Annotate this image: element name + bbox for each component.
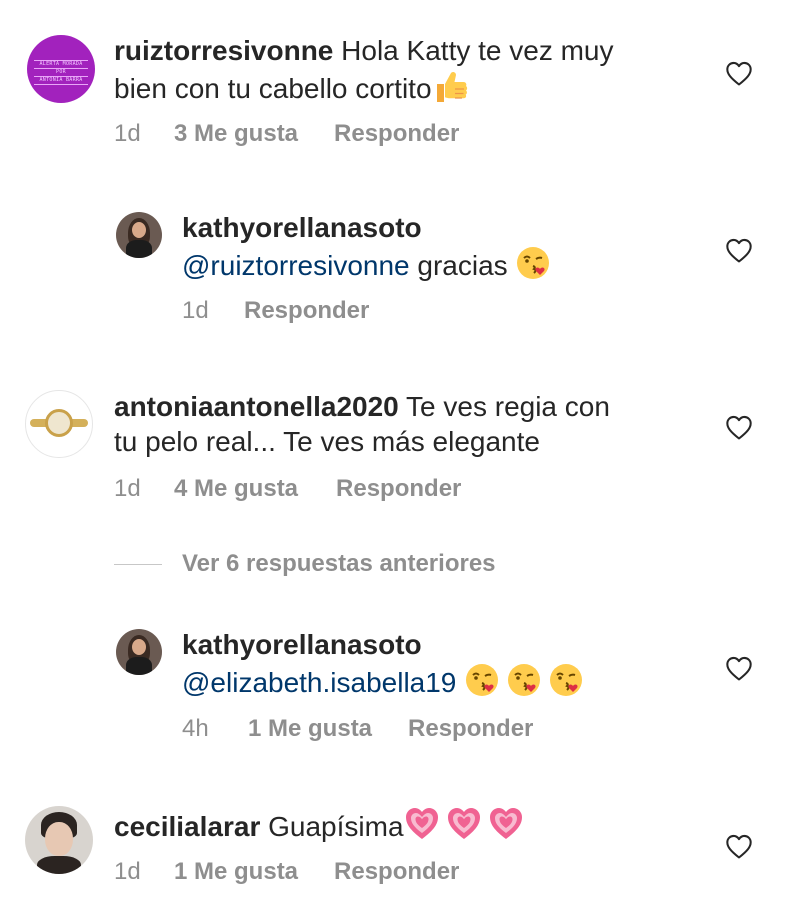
mention-link[interactable]: @ruiztorresivonne (182, 250, 410, 281)
heart-outline-icon[interactable] (724, 655, 754, 683)
avatar[interactable] (116, 629, 162, 675)
mention-link[interactable]: @elizabeth.isabella19 (182, 667, 456, 698)
divider-line (114, 563, 162, 565)
pink-heart-emoji (488, 806, 524, 842)
view-previous-replies-label: Ver 6 respuestas anteriores (182, 550, 496, 577)
comment-username[interactable]: cecilialarar (114, 811, 260, 842)
thumbs-up-emoji (432, 68, 470, 104)
heart-outline-icon[interactable] (724, 60, 754, 88)
heart-outline-icon[interactable] (724, 414, 754, 442)
reply-button[interactable]: Responder (334, 858, 459, 886)
comment-username[interactable]: kathyorellanasoto (182, 629, 422, 660)
comment-username[interactable]: kathyorellanasoto (182, 212, 422, 243)
avatar[interactable] (116, 212, 162, 258)
kissing-face-emoji (506, 662, 542, 698)
likes-count[interactable]: 4 Me gusta (174, 475, 298, 503)
comment-text: Hola Katty te vez muy (333, 35, 614, 66)
comment-time: 4h (182, 715, 209, 742)
avatar-text-bottom: ANTONIA BARRA (34, 76, 88, 85)
likes-count[interactable]: 1 Me gusta (174, 858, 298, 886)
comment-time: 1d (114, 858, 141, 885)
comment-username[interactable]: ruiztorresivonne (114, 35, 333, 66)
avatar[interactable] (25, 390, 93, 458)
avatar[interactable]: ALERTA MORADA POR ANTONIA BARRA (27, 35, 95, 103)
reply-button[interactable]: Responder (334, 120, 459, 148)
avatar-text-top: ALERTA MORADA (34, 60, 88, 69)
kissing-face-emoji (548, 662, 584, 698)
kissing-face-emoji (464, 662, 500, 698)
comment-text: gracias (409, 250, 516, 281)
comment-text: Te ves regia con (398, 391, 610, 422)
comment-time: 1d (114, 120, 141, 147)
comment-text: tu pelo real... Te ves más elegante (114, 426, 540, 457)
reply-button[interactable]: Responder (336, 475, 461, 503)
comment-time: 1d (182, 297, 209, 324)
comment-time: 1d (114, 475, 141, 502)
avatar[interactable] (25, 806, 93, 874)
kissing-face-emoji (515, 245, 551, 281)
pink-heart-emoji (404, 806, 440, 842)
avatar-text-mid: POR (56, 69, 66, 75)
comment-text: Guapísima (260, 811, 404, 842)
comment-username[interactable]: antoniaantonella2020 (114, 391, 399, 422)
reply-button[interactable]: Responder (244, 297, 369, 325)
reply-button[interactable]: Responder (408, 715, 533, 743)
heart-outline-icon[interactable] (724, 833, 754, 861)
comment-text: bien con tu cabello cortito (114, 73, 432, 104)
likes-count[interactable]: 1 Me gusta (248, 715, 372, 743)
pink-heart-emoji (446, 806, 482, 842)
likes-count[interactable]: 3 Me gusta (174, 120, 298, 148)
view-previous-replies-button[interactable]: Ver 6 respuestas anteriores (114, 550, 496, 578)
heart-outline-icon[interactable] (724, 237, 754, 265)
